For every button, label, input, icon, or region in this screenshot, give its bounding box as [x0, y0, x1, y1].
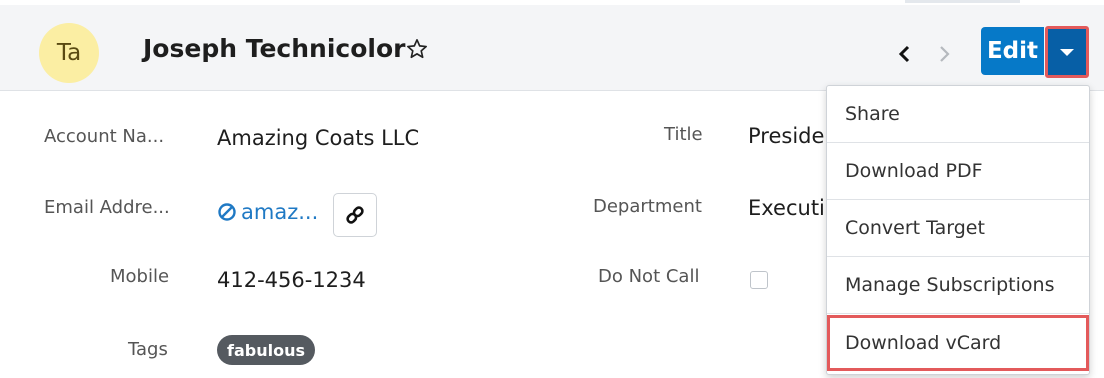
opt-out-icon — [218, 203, 236, 221]
do-not-call-label: Do Not Call — [598, 266, 700, 287]
menu-item-share[interactable]: Share — [827, 86, 1089, 142]
record-name: Joseph Technicolor — [143, 34, 406, 63]
copy-link-button[interactable] — [333, 193, 377, 237]
avatar: Ta — [39, 23, 99, 83]
email-label: Email Addre... — [44, 197, 170, 218]
title-label: Title — [664, 124, 703, 145]
email-text[interactable]: amaz... — [241, 200, 318, 224]
tag-pill[interactable]: fabulous — [217, 335, 315, 365]
menu-item-convert-target[interactable]: Convert Target — [827, 200, 1089, 256]
edit-button[interactable]: Edit — [981, 27, 1044, 75]
chevron-right-icon[interactable] — [939, 45, 951, 63]
menu-item-download-vcard[interactable]: Download vCard — [827, 315, 1089, 371]
edit-button-group: Edit — [981, 26, 1089, 78]
tags-label: Tags — [128, 339, 168, 360]
department-label: Department — [593, 196, 702, 217]
record-header: Ta Joseph Technicolor Edit — [0, 5, 1104, 91]
menu-divider — [827, 313, 1089, 314]
menu-item-download-pdf[interactable]: Download PDF — [827, 143, 1089, 199]
actions-dropdown-toggle[interactable] — [1045, 26, 1089, 78]
caret-down-icon — [1060, 48, 1074, 56]
mobile-label: Mobile — [110, 266, 170, 287]
department-value[interactable]: Executi — [748, 196, 825, 220]
email-value[interactable]: amaz... — [217, 200, 318, 224]
do-not-call-checkbox[interactable] — [750, 271, 768, 289]
actions-dropdown-menu: Share Download PDF Convert Target Manage… — [826, 85, 1090, 375]
mobile-value[interactable]: 412-456-1234 — [217, 268, 366, 292]
menu-item-manage-subscriptions[interactable]: Manage Subscriptions — [827, 257, 1089, 313]
link-icon — [346, 206, 364, 224]
top-strip — [905, 0, 1020, 3]
account-name-value[interactable]: Amazing Coats LLC — [217, 126, 419, 150]
title-value[interactable]: Preside — [748, 124, 824, 148]
account-name-label: Account Na... — [44, 126, 165, 147]
chevron-left-icon[interactable] — [898, 45, 910, 63]
star-icon[interactable] — [406, 38, 428, 60]
